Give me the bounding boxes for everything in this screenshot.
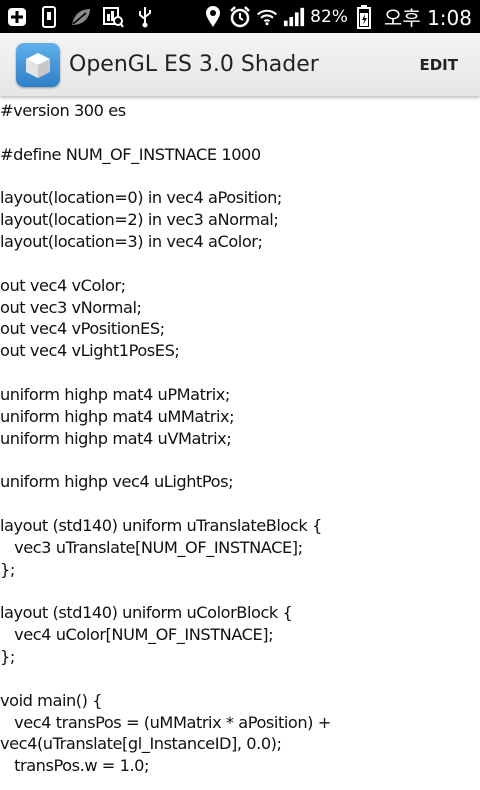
wifi-icon <box>256 6 278 28</box>
code-line: vec4 transPos = (uMMatrix * aPosition) + <box>0 712 331 732</box>
leaf-icon <box>70 6 92 28</box>
code-line: out vec4 vColor; <box>0 275 126 295</box>
code-line: uniform highp mat4 uPMatrix; <box>0 384 230 404</box>
notification-icons <box>6 5 156 28</box>
code-line: }; <box>0 647 15 667</box>
alarm-icon <box>229 5 251 28</box>
code-line: out vec3 vNormal; <box>0 297 142 317</box>
code-line: uniform highp mat4 uMMatrix; <box>0 406 235 426</box>
code-line: out vec4 vPositionES; <box>0 319 165 339</box>
code-line: #define NUM_OF_INSTNACE 1000 <box>0 144 261 164</box>
usb-icon <box>134 6 156 28</box>
code-line: void main() { <box>0 690 103 710</box>
code-line: layout (std140) uniform uTranslateBlock … <box>0 516 322 536</box>
app-title: OpenGL ES 3.0 Shader <box>69 52 319 77</box>
plus-icon <box>6 6 28 28</box>
code-line: layout(location=0) in vec4 aPosition; <box>0 188 282 208</box>
code-line: layout(location=3) in vec4 aColor; <box>0 232 263 252</box>
location-icon <box>202 5 224 28</box>
code-line: uniform highp vec4 uLightPos; <box>0 472 234 492</box>
code-line: #version 300 es <box>0 101 126 120</box>
code-line: vec4(uTranslate[gl_InstanceID], 0.0); <box>0 734 282 754</box>
code-line: transPos.w = 1.0; <box>0 756 150 776</box>
code-line: vec4 uColor[NUM_OF_INSTNACE]; <box>0 625 274 645</box>
cube-icon[interactable] <box>16 42 60 87</box>
code-line: }; <box>0 559 15 579</box>
shader-code-view[interactable]: #version 300 es #define NUM_OF_INSTNACE … <box>0 96 480 790</box>
clock: 오후 1:08 <box>383 6 472 30</box>
code-line: out vec4 vLight1PosES; <box>0 341 180 361</box>
usb-debug-icon <box>38 5 60 28</box>
screenshot-icon <box>102 6 124 28</box>
battery-charging-icon <box>353 4 375 29</box>
battery-percent: 82% <box>310 6 348 27</box>
edit-button[interactable]: EDIT <box>415 46 462 84</box>
system-icons: 82% 오후 1:08 <box>202 2 472 31</box>
code-line: layout (std140) uniform uColorBlock { <box>0 603 293 623</box>
code-line: uniform highp mat4 uVMatrix; <box>0 428 232 448</box>
code-line: vec3 uTranslate[NUM_OF_INSTNACE]; <box>0 537 303 557</box>
status-bar: 82% 오후 1:08 <box>0 0 480 33</box>
action-bar: OpenGL ES 3.0 Shader EDIT <box>0 33 480 96</box>
signal-icon <box>283 6 305 28</box>
code-line: layout(location=2) in vec3 aNormal; <box>0 210 279 230</box>
